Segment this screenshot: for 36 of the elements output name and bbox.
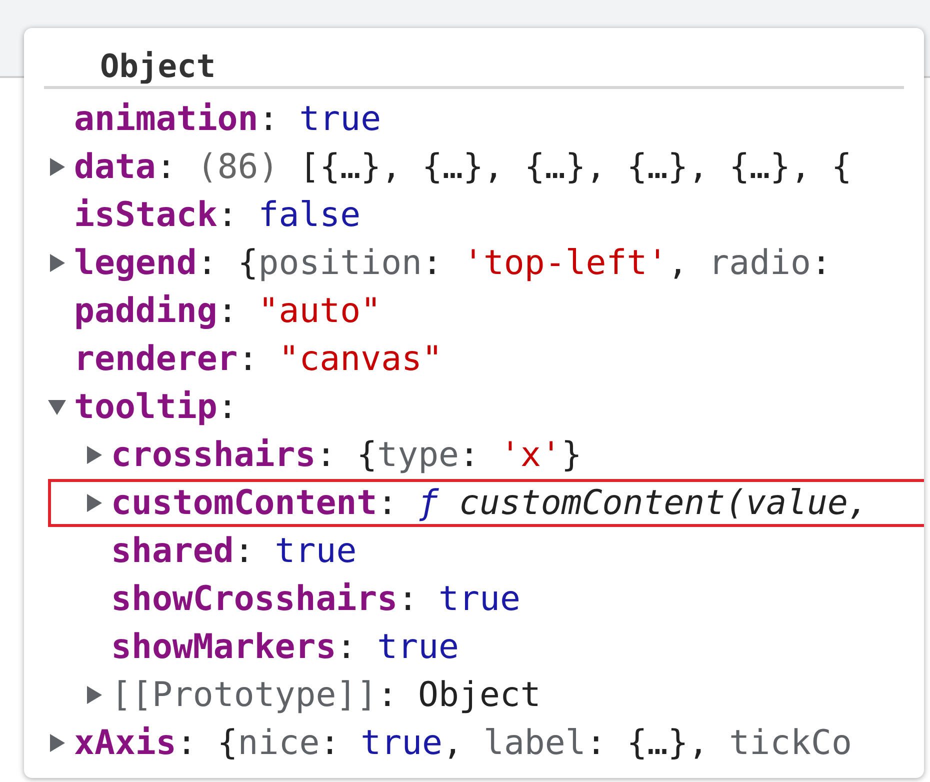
property-value: : Object xyxy=(377,675,541,715)
property-value: : (86) [{…}, {…}, {…}, {…}, {…}, { xyxy=(156,147,852,187)
property-key: animation xyxy=(74,99,258,139)
property-value: : true xyxy=(398,579,520,619)
property-value: : false xyxy=(217,195,361,235)
property-value: : {nice: true, label: {…}, tickCo xyxy=(176,723,852,763)
property-key: renderer xyxy=(74,339,238,379)
expand-arrow-icon[interactable] xyxy=(48,734,66,752)
property-key: showCrosshairs xyxy=(111,579,398,619)
expand-arrow-icon[interactable] xyxy=(85,494,103,512)
property-key: crosshairs xyxy=(111,435,316,475)
collapse-arrow-icon[interactable] xyxy=(48,398,66,416)
popover-title: Object xyxy=(100,46,216,86)
property-key: legend xyxy=(74,243,197,283)
expand-arrow-icon[interactable] xyxy=(85,686,103,704)
property-key: [[Prototype]] xyxy=(111,675,378,715)
property-value: : xyxy=(217,387,238,427)
property-value: : {position: 'top-left', radio: xyxy=(196,243,832,283)
property-key: isStack xyxy=(74,195,218,235)
property-key: padding xyxy=(74,291,218,331)
property-value: : true xyxy=(234,531,357,571)
property-value: : {type: 'x'} xyxy=(316,435,582,475)
expand-arrow-icon[interactable] xyxy=(48,158,66,176)
property-value: : ƒ customContent(value, xyxy=(377,483,868,523)
expand-arrow-icon[interactable] xyxy=(48,254,66,272)
property-value: : true xyxy=(258,99,382,139)
property-key: showMarkers xyxy=(111,627,336,667)
property-key: tooltip xyxy=(74,387,218,427)
property-value: : "canvas" xyxy=(238,339,442,379)
property-key: customContent xyxy=(111,483,378,523)
property-key: data xyxy=(74,147,156,187)
property-key: xAxis xyxy=(74,723,176,763)
property-key: shared xyxy=(111,531,234,571)
property-value: : true xyxy=(336,627,460,667)
expand-arrow-icon[interactable] xyxy=(85,446,103,464)
property-value: : "auto" xyxy=(217,291,382,331)
